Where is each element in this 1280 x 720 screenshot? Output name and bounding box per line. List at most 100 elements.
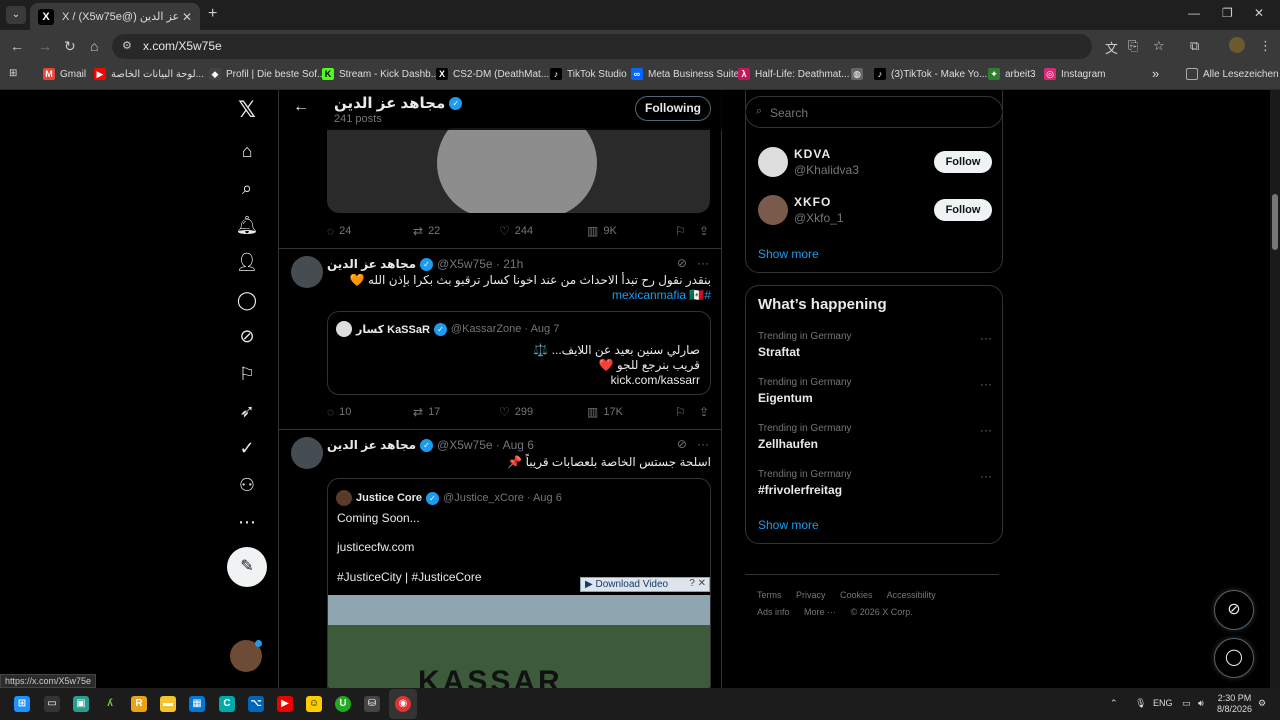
- grok-explain-icon[interactable]: ⊘: [677, 256, 687, 270]
- minimize-button[interactable]: —: [1188, 6, 1200, 20]
- more-options-icon[interactable]: ···: [697, 437, 709, 451]
- scrollbar-thumb[interactable]: [1272, 194, 1278, 250]
- like-action[interactable]: ♡ 299: [499, 405, 533, 419]
- quote-video[interactable]: KASSAR: [328, 595, 710, 688]
- share-action[interactable]: ⇪: [699, 224, 714, 238]
- download-video-bar[interactable]: ▶ Download Video ? ✕: [580, 577, 710, 592]
- notification-center-icon[interactable]: ⚙: [1258, 698, 1266, 709]
- views-action[interactable]: ▥ 9K: [587, 224, 617, 238]
- language-indicator[interactable]: ENG: [1153, 698, 1173, 708]
- app-icon[interactable]: ▣: [73, 696, 89, 712]
- close-window-button[interactable]: ✕: [1254, 6, 1264, 20]
- download-video-label[interactable]: ▶ Download Video: [585, 579, 668, 590]
- follow-button[interactable]: Follow: [934, 199, 992, 221]
- messages-fab-icon[interactable]: ◯: [1214, 638, 1254, 678]
- reload-icon[interactable]: ↻: [64, 38, 76, 55]
- bookmark-tiktok[interactable]: ♪ (3)TikTok - Make Yo...: [874, 68, 987, 80]
- like-action[interactable]: ♡ 244: [499, 224, 533, 238]
- reply-action[interactable]: ◌ 24: [327, 224, 351, 238]
- app-icon[interactable]: ʎ: [102, 696, 118, 712]
- trend-more-icon[interactable]: ···: [980, 331, 992, 345]
- quote-link[interactable]: justicecfw.com: [337, 540, 414, 554]
- tweet-media-image[interactable]: [327, 128, 710, 213]
- active-tab[interactable]: X X / (X5w75e@) مجاهد عز الدين ✕: [30, 3, 200, 30]
- footer-cookies-link[interactable]: Cookies: [840, 590, 873, 600]
- trend-more-icon[interactable]: ···: [980, 377, 992, 391]
- tray-chevron-icon[interactable]: ⌃: [1110, 698, 1118, 709]
- app-icon[interactable]: R: [131, 696, 147, 712]
- jobs-rocket-icon[interactable]: ➶: [233, 397, 261, 425]
- back-arrow-icon[interactable]: ←: [293, 98, 309, 116]
- microphone-icon[interactable]: 🎙︎: [1135, 698, 1146, 709]
- home-icon[interactable]: ⌂: [90, 38, 98, 54]
- author-name[interactable]: مجاهد عز الدين: [327, 438, 416, 452]
- site-info-icon[interactable]: ⚙: [122, 39, 132, 52]
- bookmark-action[interactable]: ⚐: [675, 224, 691, 238]
- grok-fab-icon[interactable]: ⊘: [1214, 590, 1254, 630]
- notifications-bell-icon[interactable]: 🔔︎: [233, 211, 261, 239]
- forward-icon[interactable]: →: [38, 38, 52, 54]
- chrome-icon[interactable]: ◉: [395, 696, 411, 712]
- explore-search-icon[interactable]: ⌕: [233, 174, 261, 202]
- more-circle-icon[interactable]: ⋯: [233, 508, 261, 536]
- tweet-author-avatar[interactable]: [291, 256, 323, 288]
- trend-item[interactable]: Trending in Germany Eigentum ···: [758, 377, 992, 411]
- app-icon[interactable]: C: [219, 696, 235, 712]
- snapchat-icon[interactable]: ☺: [306, 696, 322, 712]
- repost-action[interactable]: ⇄ 17: [413, 405, 440, 419]
- grok-icon[interactable]: ⊘: [233, 322, 261, 350]
- messages-chat-icon[interactable]: ◯: [233, 286, 261, 314]
- footer-ads-link[interactable]: Ads info: [757, 607, 790, 617]
- profile-person-icon[interactable]: ⚇: [233, 471, 261, 499]
- start-windows-icon[interactable]: ⊞: [14, 696, 30, 712]
- show-more-link[interactable]: Show more: [758, 247, 819, 261]
- bookmark-star-icon[interactable]: ☆: [1153, 38, 1165, 54]
- x-logo-icon[interactable]: 𝕏: [233, 96, 261, 124]
- tweet-hashtag[interactable]: #mexicanmafia 🇲🇽: [327, 287, 711, 303]
- footer-accessibility-link[interactable]: Accessibility: [887, 590, 936, 600]
- reply-action[interactable]: ◌ 10: [327, 405, 351, 419]
- cast-icon[interactable]: ⎘: [1128, 38, 1138, 54]
- url-text[interactable]: x.com/X5w75e: [143, 39, 222, 53]
- bookmark-globe[interactable]: ◍: [851, 68, 868, 80]
- omnibox[interactable]: ⚙ x.com/X5w75e: [112, 34, 1092, 59]
- show-more-trends-link[interactable]: Show more: [758, 518, 819, 532]
- store-icon[interactable]: ⛁: [364, 696, 380, 712]
- verified-orgs-icon[interactable]: ✓: [233, 434, 261, 462]
- volume-icon[interactable]: 🔊︎: [1198, 698, 1204, 709]
- vscode-icon[interactable]: ⌥: [248, 696, 264, 712]
- author-handle-time[interactable]: @X5w75e · 21h: [437, 257, 523, 271]
- footer-privacy-link[interactable]: Privacy: [796, 590, 826, 600]
- tab-close-icon[interactable]: ✕: [182, 10, 192, 24]
- trend-more-icon[interactable]: ···: [980, 423, 992, 437]
- more-options-icon[interactable]: ···: [697, 256, 709, 270]
- follow-person-plus-icon[interactable]: 👤︎: [233, 248, 261, 276]
- new-tab-button[interactable]: +: [208, 5, 217, 23]
- following-button[interactable]: Following: [635, 96, 711, 121]
- compose-post-button[interactable]: ✎: [227, 547, 267, 587]
- repost-action[interactable]: ⇄ 22: [413, 224, 440, 238]
- extensions-icon[interactable]: ⧉: [1190, 38, 1199, 54]
- bookmark-profil[interactable]: ◆ Profil | Die beste Sof...: [209, 68, 325, 80]
- trend-item[interactable]: Trending in Germany Zellhaufen ···: [758, 423, 992, 457]
- follow-suggestion[interactable]: KDVA @Khalidva3 Follow: [758, 145, 992, 181]
- bookmarks-icon[interactable]: ⚐: [233, 360, 261, 388]
- download-close-icon[interactable]: ? ✕: [689, 578, 706, 589]
- bookmark-dashboard[interactable]: ▶ لوحة البيانات الخاصة...: [94, 68, 204, 80]
- apps-icon[interactable]: ⊞: [9, 68, 17, 79]
- author-name[interactable]: مجاهد عز الدين: [327, 257, 416, 271]
- trend-more-icon[interactable]: ···: [980, 469, 992, 483]
- upwork-icon[interactable]: U: [335, 696, 351, 712]
- share-action[interactable]: ⇪: [699, 405, 714, 419]
- profile-avatar-icon[interactable]: [1229, 37, 1245, 53]
- menu-dots-icon[interactable]: ⋮: [1259, 38, 1272, 54]
- all-bookmarks[interactable]: Alle Lesezeichen: [1186, 68, 1279, 80]
- tab-search-button[interactable]: ⌄: [6, 6, 26, 24]
- trend-item[interactable]: Trending in Germany Straftat ···: [758, 331, 992, 365]
- network-icon[interactable]: ▭: [1182, 698, 1191, 709]
- app-icon[interactable]: ▦: [189, 696, 205, 712]
- bookmark-tiktok-studio[interactable]: ♪ TikTok Studio: [550, 68, 627, 80]
- quoted-tweet[interactable]: كسار KaSSaR ✓ @KassarZone · Aug 7 صارلي …: [327, 311, 711, 395]
- file-explorer-icon[interactable]: ▬: [160, 696, 176, 712]
- maximize-button[interactable]: ❐: [1222, 6, 1233, 20]
